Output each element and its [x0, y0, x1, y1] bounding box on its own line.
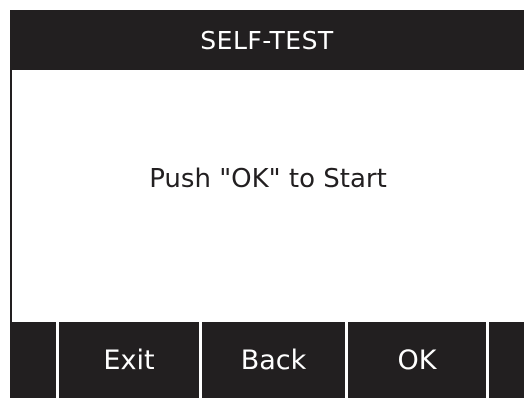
ok-button[interactable]: OK — [348, 322, 486, 398]
screen-title: SELF-TEST — [200, 25, 334, 55]
softkey-5[interactable] — [489, 322, 524, 398]
content-area: Push "OK" to Start — [10, 70, 524, 322]
softkey-bar: Exit Back OK — [10, 322, 524, 398]
instruction-message: Push "OK" to Start — [149, 164, 387, 194]
softkey-1[interactable] — [10, 322, 56, 398]
back-button[interactable]: Back — [202, 322, 345, 398]
title-bar: SELF-TEST — [10, 10, 524, 70]
self-test-screen: SELF-TEST Push "OK" to Start Exit Back O… — [0, 0, 524, 398]
exit-button[interactable]: Exit — [59, 322, 199, 398]
